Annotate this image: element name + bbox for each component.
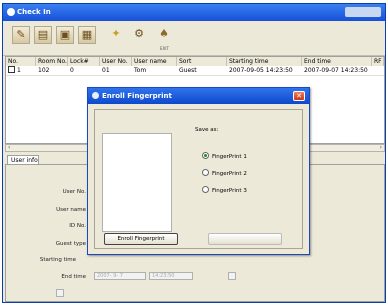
end-time-label: End time (61, 274, 86, 280)
radio-icon[interactable] (202, 169, 209, 176)
table-cell: 01 (102, 67, 110, 74)
table-cell: 1 (6, 66, 36, 75)
column-header[interactable]: Starting time (227, 57, 302, 66)
column-header[interactable]: User No. (100, 57, 132, 66)
column-header[interactable]: RF (372, 57, 384, 66)
id-no-label: ID No. (69, 223, 86, 229)
star-icon[interactable]: ✦ (107, 26, 125, 44)
radio-icon[interactable] (202, 186, 209, 193)
table-cell: Guest (179, 67, 197, 74)
bottom-checkbox[interactable] (56, 289, 64, 297)
table-row[interactable]: 1 102 0 01 Tom Guest 2007-09-05 14:23:50… (6, 66, 384, 76)
exit-caption: EXIT (160, 46, 169, 51)
radio-label: FingerPrint 3 (212, 188, 247, 194)
end-date-picker[interactable]: 2007- 9- 7 (94, 272, 146, 280)
column-header[interactable]: Lock# (68, 57, 100, 66)
grid-icon[interactable]: ▦ (78, 26, 96, 44)
column-header[interactable]: Sort (177, 57, 227, 66)
save-icon[interactable]: ▣ (56, 26, 74, 44)
exit-icon[interactable]: ♠ (155, 26, 173, 44)
dialog-icon (92, 92, 99, 99)
window-title: Check In (17, 8, 51, 16)
tools-icon[interactable]: ⚙ (130, 26, 148, 44)
column-header[interactable]: No. (6, 57, 36, 66)
radio-label: FingerPrint 1 (212, 154, 247, 160)
column-header[interactable]: End time (302, 57, 372, 66)
enroll-fingerprint-dialog: Enroll Fingerprint ✕ Save as: FingerPrin… (87, 87, 310, 255)
radio-fingerprint-2[interactable]: FingerPrint 2 (202, 169, 247, 177)
app-icon (7, 8, 15, 16)
table-cell: 102 (38, 67, 50, 74)
close-icon[interactable]: ✕ (293, 91, 305, 101)
enroll-fingerprint-button[interactable]: Enroll Fingerprint (104, 233, 178, 245)
scroll-right-icon[interactable]: › (380, 145, 382, 151)
column-header[interactable]: User name (132, 57, 177, 66)
row-checkbox[interactable] (8, 66, 15, 73)
window-controls[interactable] (345, 7, 381, 17)
dialog-titlebar[interactable]: Enroll Fingerprint ✕ (88, 88, 309, 104)
radio-label: FingerPrint 2 (212, 171, 247, 177)
radio-selected-icon[interactable] (202, 152, 209, 159)
scroll-left-icon[interactable]: ‹ (8, 145, 10, 151)
disabled-button (208, 233, 282, 245)
fingerprint-preview (102, 133, 172, 232)
end-time-picker[interactable]: 14:23:50 (149, 272, 193, 280)
window-titlebar[interactable]: Check In (3, 4, 385, 21)
user-no-label: User No. (62, 189, 86, 195)
guest-type-label: Guest type (55, 241, 86, 247)
option-checkbox[interactable] (228, 272, 236, 280)
save-as-label: Save as: (195, 127, 219, 133)
table-cell: 0 (70, 67, 74, 74)
row-number: 1 (17, 67, 21, 74)
document-icon[interactable]: ▤ (34, 26, 52, 44)
user-name-label: User name (56, 207, 86, 213)
column-header[interactable]: Room No. (36, 57, 68, 66)
starting-time-label: Starting time (39, 257, 76, 263)
table-cell: Tom (134, 67, 147, 74)
table-cell: 2007-09-05 14:23:50 (229, 67, 293, 74)
toolbar: ✎ ▤ ▣ ▦ ✦ ⚙ ♠ EXIT (3, 21, 385, 56)
radio-fingerprint-3[interactable]: FingerPrint 3 (202, 186, 247, 194)
table-cell: 2007-09-07 14:23:50 (304, 67, 368, 74)
edit-icon[interactable]: ✎ (12, 26, 30, 44)
radio-fingerprint-1[interactable]: FingerPrint 1 (202, 152, 247, 160)
dialog-title: Enroll Fingerprint (102, 92, 172, 100)
